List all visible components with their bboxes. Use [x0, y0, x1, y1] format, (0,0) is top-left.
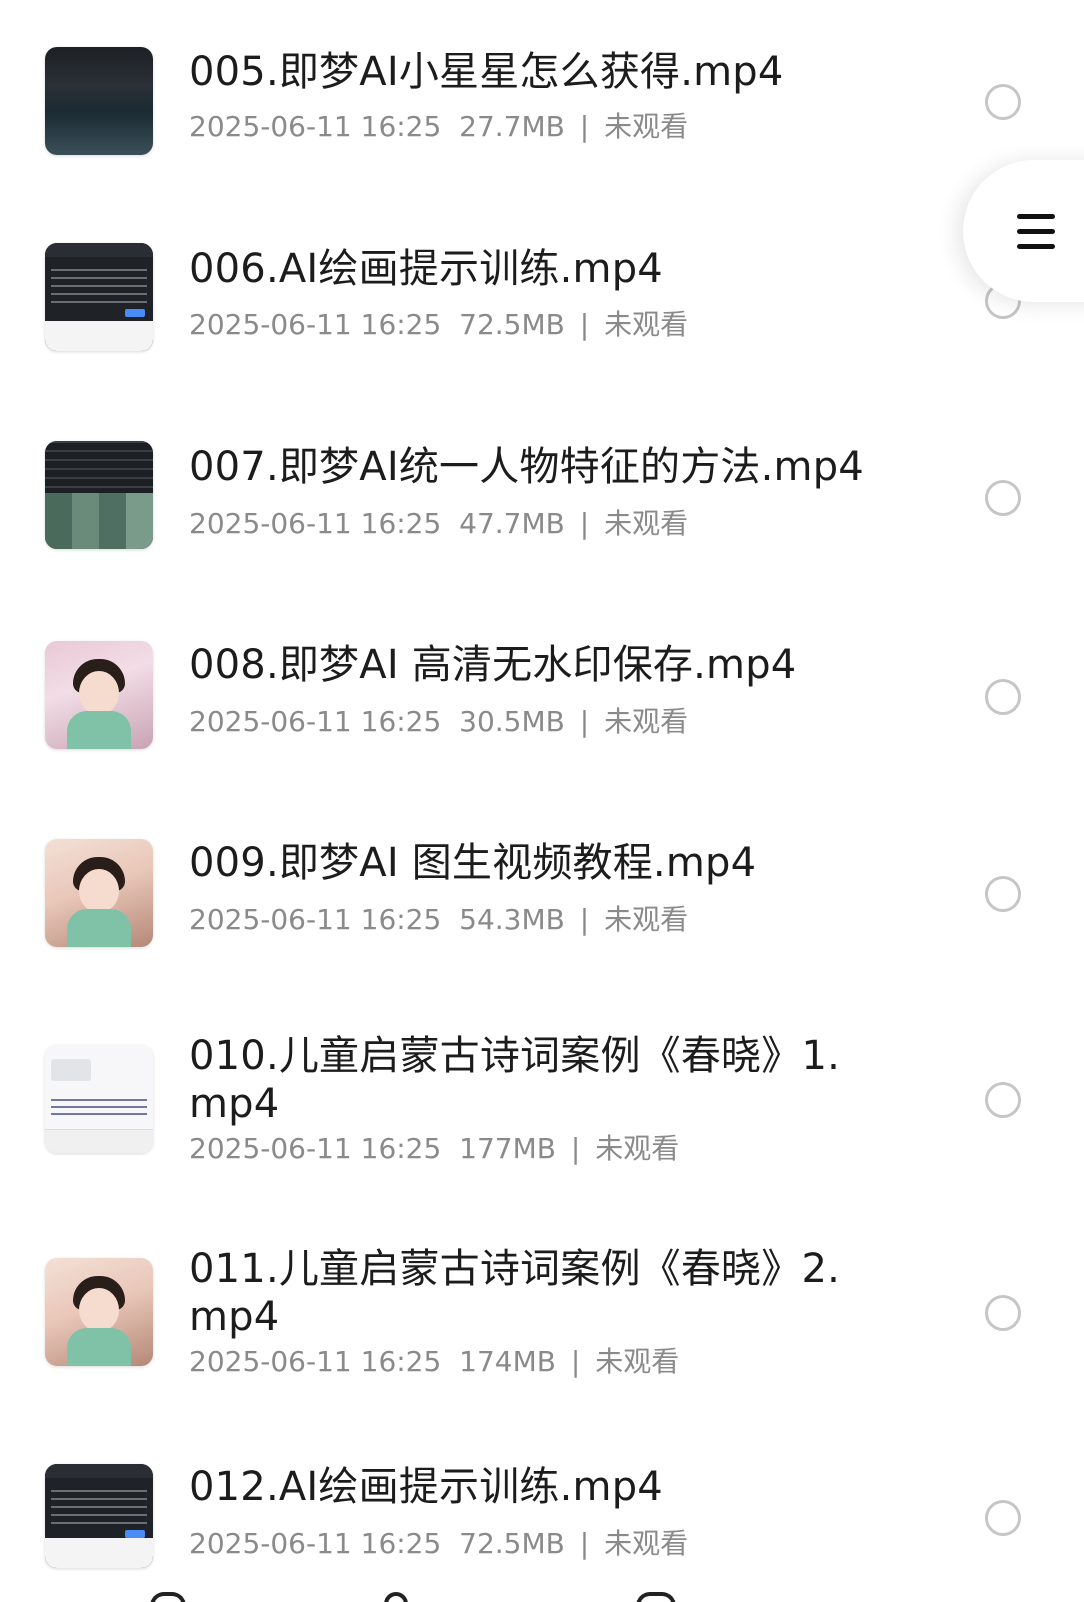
file-meta: 2025-06-11 16:25 72.5MB | 未观看 [189, 308, 688, 342]
file-meta: 2025-06-11 16:25 27.7MB | 未观看 [189, 110, 688, 144]
video-thumbnail [45, 1258, 153, 1366]
select-radio[interactable] [985, 84, 1021, 120]
select-radio[interactable] [985, 876, 1021, 912]
file-date: 2025-06-11 16:25 [189, 308, 442, 341]
meta-separator: | [570, 1345, 581, 1378]
file-size: 177MB [459, 1132, 556, 1165]
watch-status: 未观看 [604, 1527, 689, 1560]
profile-icon[interactable] [636, 1592, 676, 1602]
watch-status: 未观看 [604, 507, 689, 540]
select-radio[interactable] [985, 679, 1021, 715]
meta-separator: | [570, 1132, 581, 1165]
video-thumbnail [45, 243, 153, 351]
file-size: 54.3MB [459, 903, 565, 936]
file-meta: 2025-06-11 16:25 47.7MB | 未观看 [189, 507, 688, 541]
file-meta: 2025-06-11 16:25 72.5MB | 未观看 [189, 1527, 688, 1561]
file-meta: 2025-06-11 16:25 54.3MB | 未观看 [189, 903, 688, 937]
select-radio[interactable] [985, 1295, 1021, 1331]
file-meta: 2025-06-11 16:25 174MB | 未观看 [189, 1345, 679, 1379]
file-size: 47.7MB [459, 507, 565, 540]
file-date: 2025-06-11 16:25 [189, 1345, 442, 1378]
watch-status: 未观看 [604, 705, 689, 738]
file-title: 005.即梦AI小星星怎么获得.mp4 [189, 49, 784, 95]
watch-status: 未观看 [595, 1132, 680, 1165]
meta-separator: | [579, 308, 590, 341]
watch-status: 未观看 [604, 110, 689, 143]
file-date: 2025-06-11 16:25 [189, 903, 442, 936]
meta-separator: | [579, 705, 590, 738]
file-title: 012.AI绘画提示训练.mp4 [189, 1464, 663, 1510]
video-thumbnail [45, 641, 153, 749]
video-thumbnail [45, 441, 153, 549]
select-radio[interactable] [985, 1082, 1021, 1118]
file-size: 30.5MB [459, 705, 565, 738]
file-size: 72.5MB [459, 1527, 565, 1560]
file-title: 007.即梦AI统一人物特征的方法.mp4 [189, 444, 864, 490]
bottom-nav-bar [0, 1588, 1084, 1602]
home-icon[interactable] [150, 1592, 186, 1602]
meta-separator: | [579, 110, 590, 143]
video-thumbnail [45, 47, 153, 155]
file-date: 2025-06-11 16:25 [189, 507, 442, 540]
file-date: 2025-06-11 16:25 [189, 110, 442, 143]
file-title: 010.儿童启蒙古诗词案例《春晓》1.mp4 [189, 1033, 841, 1127]
file-title: 008.即梦AI 高清无水印保存.mp4 [189, 642, 797, 688]
watch-status: 未观看 [595, 1345, 680, 1378]
watch-status: 未观看 [604, 903, 689, 936]
select-radio[interactable] [985, 1500, 1021, 1536]
meta-separator: | [579, 1527, 590, 1560]
file-meta: 2025-06-11 16:25 177MB | 未观看 [189, 1132, 679, 1166]
select-radio[interactable] [985, 480, 1021, 516]
menu-icon[interactable] [1017, 214, 1055, 250]
file-date: 2025-06-11 16:25 [189, 705, 442, 738]
video-thumbnail [45, 839, 153, 947]
video-thumbnail [45, 1464, 153, 1568]
file-date: 2025-06-11 16:25 [189, 1527, 442, 1560]
file-size: 174MB [459, 1345, 556, 1378]
file-size: 72.5MB [459, 308, 565, 341]
file-title: 009.即梦AI 图生视频教程.mp4 [189, 840, 757, 886]
meta-separator: | [579, 903, 590, 936]
meta-separator: | [579, 507, 590, 540]
file-size: 27.7MB [459, 110, 565, 143]
nav-icon[interactable] [384, 1592, 408, 1602]
video-thumbnail [45, 1045, 153, 1153]
watch-status: 未观看 [604, 308, 689, 341]
file-meta: 2025-06-11 16:25 30.5MB | 未观看 [189, 705, 688, 739]
file-date: 2025-06-11 16:25 [189, 1132, 442, 1165]
file-title: 006.AI绘画提示训练.mp4 [189, 246, 663, 292]
file-title: 011.儿童启蒙古诗词案例《春晓》2.mp4 [189, 1246, 841, 1340]
